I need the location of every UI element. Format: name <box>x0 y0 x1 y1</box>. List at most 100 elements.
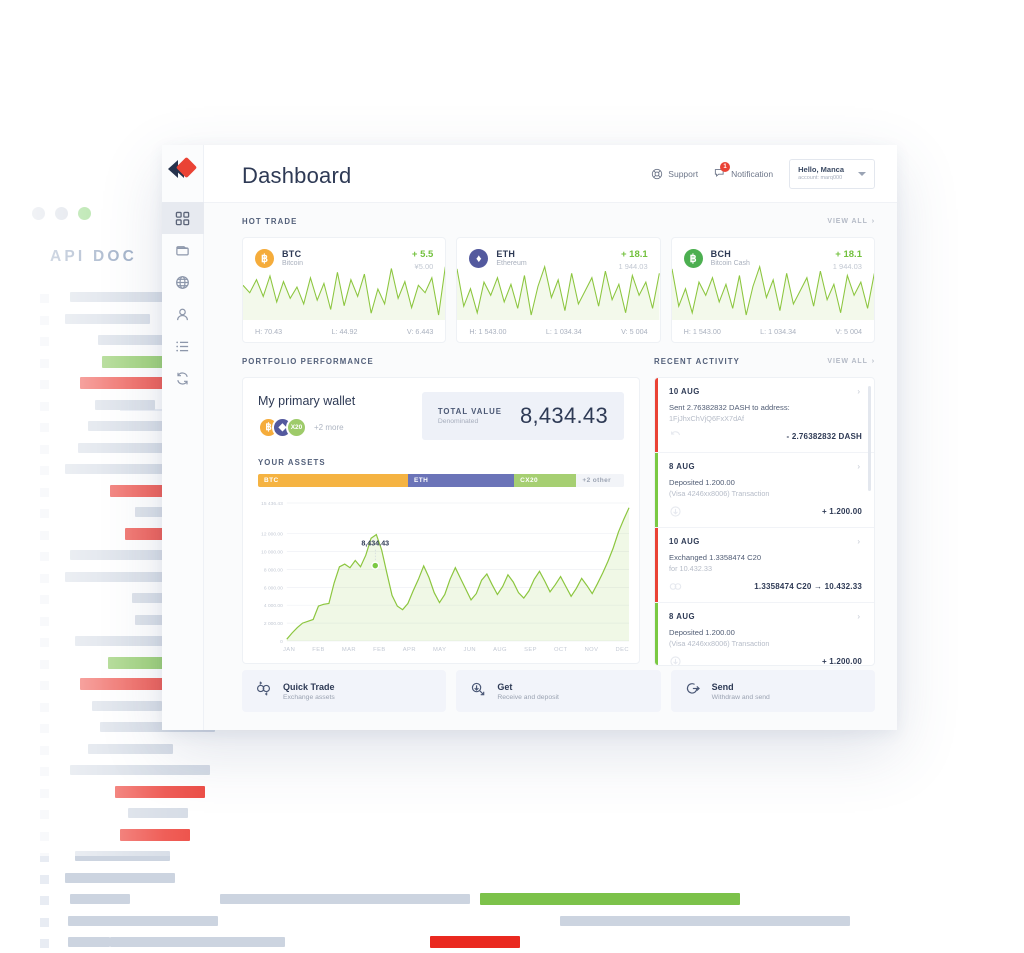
sidebar-item-account[interactable] <box>162 298 204 330</box>
code-gutter <box>40 573 49 583</box>
activity-amount: + 1.200.00 <box>821 507 862 516</box>
code-gutter <box>40 853 49 862</box>
x-tick-label: MAY <box>433 647 447 653</box>
chevron-right-icon[interactable]: › <box>857 462 860 471</box>
activity-subtext: (Visa 4246xx8006) Transaction <box>669 639 770 648</box>
support-button[interactable]: Support <box>651 168 698 180</box>
activity-item[interactable]: 10 AUG › Exchanged 1.3358474 C20 for 10.432… <box>655 528 874 603</box>
dot-green <box>78 207 91 220</box>
quick-action-text: Get Receive and deposit <box>497 682 559 701</box>
coin-high: H: 1 543.00 <box>469 326 507 336</box>
x-tick-label: NOV <box>584 647 599 653</box>
coin-change: + 18.1 <box>835 249 862 260</box>
code-gutter <box>40 337 49 346</box>
hot-trade-card[interactable]: ฿ BTC Bitcoin + 5.5 ¥5.00 H: 70.43 L: 44.92 V: … <box>242 237 447 343</box>
chevron-right-icon: › <box>871 218 875 225</box>
code-line <box>40 847 800 869</box>
dot-gray-2 <box>55 207 68 220</box>
code-gutter <box>40 530 49 540</box>
code-line <box>40 740 800 762</box>
coin-name: Bitcoin <box>282 260 304 267</box>
hot-trade-title: HOT TRADE <box>242 217 298 226</box>
code-gutter <box>40 423 49 432</box>
activity-subtext: (Visa 4246xx8006) Transaction <box>669 489 770 498</box>
chevron-right-icon[interactable]: › <box>857 612 860 621</box>
asset-segment[interactable]: +2 other <box>576 474 624 487</box>
hot-trade-view-all[interactable]: VIEW ALL › <box>827 218 875 225</box>
coin-symbol: BTC <box>282 249 302 259</box>
asset-segment[interactable]: BTC <box>258 474 409 487</box>
activity-item[interactable]: 10 AUG › Sent 2.76382832 DASH to address: 1… <box>655 378 874 453</box>
wallet-info: My primary wallet ฿ ◆ X20 +2 more <box>258 394 355 438</box>
coin-symbol: BCH <box>710 249 732 259</box>
sidebar-item-dashboard[interactable] <box>161 202 204 234</box>
activity-item[interactable]: 8 AUG › Deposited 1.200.00 (Visa 4246xx8006… <box>655 603 874 665</box>
code-token <box>68 915 218 926</box>
code-gutter <box>40 659 49 669</box>
x-tick-label: DEC <box>615 647 629 653</box>
quick-action-text: Send Withdraw and send <box>712 682 770 701</box>
activity-items: 10 AUG › Sent 2.76382832 DASH to address: 1… <box>655 378 874 665</box>
coin-name: Bitcoin Cash <box>710 260 750 267</box>
code-line <box>40 761 800 783</box>
page-title: Dashboard <box>242 163 352 188</box>
user-menu[interactable]: Hello, Manca account: marq000 <box>789 159 875 189</box>
code-token <box>115 785 205 798</box>
code-gutter <box>40 702 49 712</box>
code-line <box>40 869 800 891</box>
sidebar-item-wallet[interactable] <box>162 234 204 266</box>
activity-view-all[interactable]: VIEW ALL › <box>827 358 875 365</box>
svg-text:15 436.43: 15 436.43 <box>261 501 283 507</box>
sidebar-item-explore[interactable] <box>162 266 204 298</box>
arrow-in-circle-icon <box>470 681 485 701</box>
code-line <box>40 804 800 826</box>
code-token <box>220 894 470 904</box>
notification-button[interactable]: 1 Notification <box>714 161 774 181</box>
coin-price: 1 944.03 <box>618 262 648 271</box>
x-tick-label: FEB <box>312 647 325 653</box>
x-tick-label: APR <box>402 647 416 653</box>
quick-action-text: Quick Trade Exchange assets <box>283 682 335 701</box>
x-tick-label: JUN <box>463 647 477 653</box>
coin-price: ¥5.00 <box>414 262 434 271</box>
quick-action-button[interactable]: Get Receive and deposit <box>456 670 661 712</box>
activity-item[interactable]: 8 AUG › Deposited 1.200.00 (Visa 4246xx8006… <box>655 453 874 528</box>
activity-description: Deposited 1.200.00 <box>669 478 735 487</box>
chevron-right-icon[interactable]: › <box>857 537 860 546</box>
code-gutter <box>40 509 49 518</box>
user-greeting: Hello, Manca <box>798 165 844 174</box>
activity-description: Exchanged 1.3358474 C20 <box>669 553 762 562</box>
activity-list[interactable]: 10 AUG › Sent 2.76382832 DASH to address: 1… <box>654 377 875 666</box>
activity-description: Sent 2.76382832 DASH to address: <box>669 403 790 412</box>
code-gutter <box>40 939 49 948</box>
code-token <box>68 937 110 947</box>
card-meta: ETH Ethereum <box>496 249 526 267</box>
svg-text:10 000.00: 10 000.00 <box>261 550 283 556</box>
card-head: ♦ ETH Ethereum + 18.1 1 944.03 <box>457 238 659 271</box>
svg-text:2 000.00: 2 000.00 <box>264 621 283 627</box>
code-token <box>128 808 188 818</box>
code-gutter <box>40 616 49 626</box>
code-gutter <box>40 681 49 690</box>
activity-date: 10 AUG <box>669 387 700 396</box>
asset-segment[interactable]: ETH <box>408 474 515 487</box>
notification-label: Notification <box>731 168 774 179</box>
hot-trade-card[interactable]: ♦ ETH Ethereum + 18.1 1 944.03 H: 1 543.00 L: … <box>456 237 661 343</box>
chevron-right-icon[interactable]: › <box>857 387 860 396</box>
sidebar-item-transactions[interactable] <box>162 330 204 362</box>
quick-action-button[interactable]: Send Withdraw and send <box>670 670 875 712</box>
coin-price: 1 944.03 <box>832 262 862 271</box>
hot-trade-card[interactable]: ฿ BCH Bitcoin Cash + 18.1 1 944.03 H: 1 543.0… <box>670 237 875 343</box>
activity-view-all-label: VIEW ALL <box>827 358 868 365</box>
code-gutter <box>40 896 49 905</box>
activity-scrollbar[interactable] <box>868 386 871 491</box>
sidebar-item-exchange[interactable] <box>162 362 204 394</box>
quick-action-button[interactable]: Quick Trade Exchange assets <box>242 670 447 712</box>
svg-text:4 000.00: 4 000.00 <box>264 603 283 609</box>
top-bar: Dashboard Support 1 Notification Hello, … <box>204 145 897 203</box>
asset-segment[interactable]: CX20 <box>514 474 577 487</box>
user-info: Hello, Manca account: marq000 <box>798 165 844 183</box>
main-panels: PORTFOLIO PERFORMANCE My primary wallet … <box>242 357 875 666</box>
code-line <box>40 912 850 934</box>
wallet-summary: My primary wallet ฿ ◆ X20 +2 more TOTAL … <box>243 378 639 450</box>
